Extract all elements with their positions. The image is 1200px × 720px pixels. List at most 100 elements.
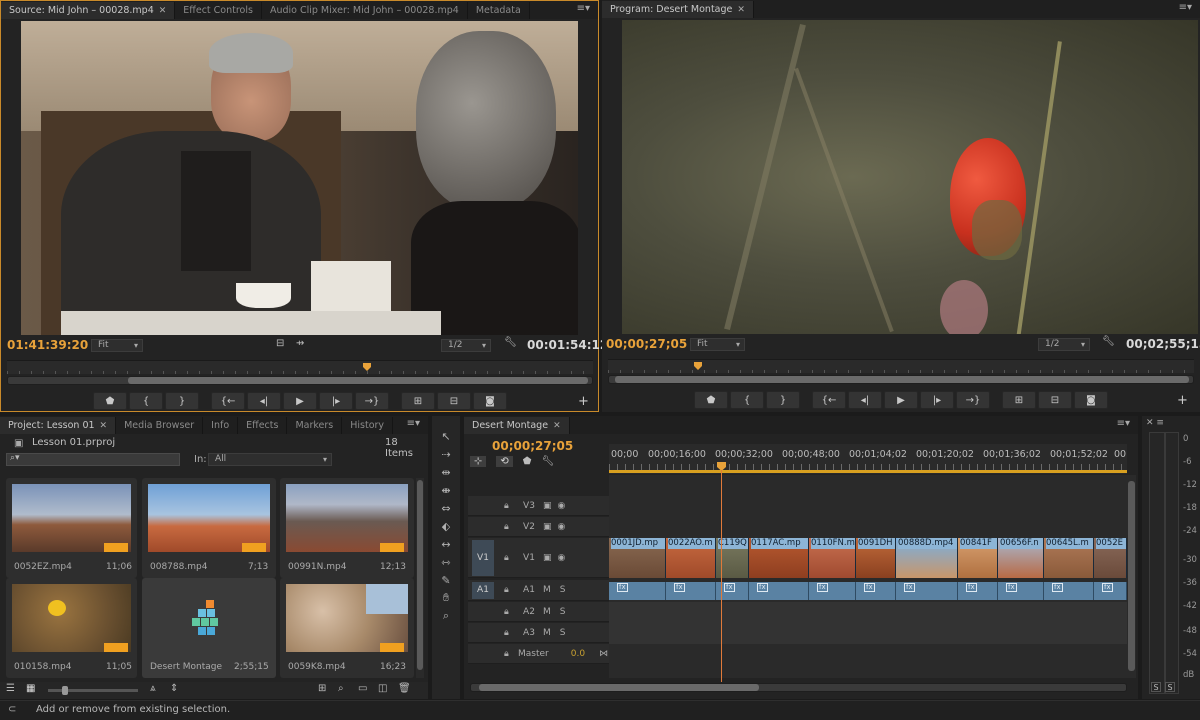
lock-icon[interactable]: 🔒︎ (504, 628, 509, 638)
timeline-clip[interactable]: 00645L.m (1044, 538, 1094, 578)
timeline-clip[interactable]: 0110FN.m (809, 538, 856, 578)
project-vertical-scrollbar[interactable] (416, 478, 424, 678)
tab-program[interactable]: Program: Desert Montage ✕ (602, 1, 754, 18)
snap-icon[interactable]: ⊹ (470, 456, 487, 467)
tab-effects[interactable]: Effects (238, 417, 288, 434)
timeline-vertical-scrollbar[interactable] (1127, 475, 1136, 678)
extract-icon[interactable]: ⊟ (1038, 391, 1072, 409)
mute-button[interactable]: M (543, 628, 551, 638)
close-icon[interactable]: ✕ (100, 421, 108, 431)
marker-icon[interactable]: ⬟ (694, 391, 728, 409)
lock-icon[interactable]: 🔒︎ (504, 607, 509, 617)
step-back-icon[interactable]: ◂| (247, 392, 281, 410)
tab-audio-clip-mixer[interactable]: Audio Clip Mixer: Mid John – 00028.mp4 (262, 2, 468, 19)
rate-stretch-tool-icon[interactable]: ⇔ (438, 500, 454, 516)
thumbnail-desert-montage[interactable]: Desert Montage 2;55;15 (142, 578, 276, 678)
add-button-icon[interactable]: + (578, 394, 589, 409)
timeline-clip[interactable]: 0091DH (856, 538, 896, 578)
track-label[interactable]: A2 (518, 604, 540, 620)
track-label[interactable]: V3 (518, 498, 540, 514)
track-label[interactable]: A3 (518, 625, 540, 641)
audio-clip[interactable] (896, 582, 958, 600)
icon-view-icon[interactable]: ▦ (26, 683, 35, 694)
drop-frame-icon[interactable]: ⊟ (276, 338, 284, 349)
lock-icon[interactable]: 🔒︎ (504, 522, 509, 532)
program-resolution-dropdown[interactable]: 1/2 (1038, 338, 1090, 351)
thumbnail-0052ez[interactable]: 0052EZ.mp4 11;06 (6, 478, 137, 578)
tab-sequence[interactable]: Desert Montage ✕ (464, 417, 570, 434)
timeline-clip[interactable]: 00656F.n (998, 538, 1044, 578)
wrench-icon[interactable]: 🔧︎ (1102, 336, 1115, 347)
mark-out-icon[interactable]: } (165, 392, 199, 410)
panel-menu-icon[interactable]: ≡▾ (407, 418, 420, 429)
track-label[interactable]: V2 (518, 519, 540, 535)
selection-tool-icon[interactable]: ↖ (438, 428, 454, 444)
project-search-input[interactable]: ⌕▾ (6, 453, 180, 466)
mute-button[interactable]: M (543, 585, 551, 595)
eye-icon[interactable]: ◉ (558, 501, 566, 511)
thumbnail-00991n[interactable]: 00991N.mp4 12;13 (280, 478, 414, 578)
add-marker-icon[interactable]: ⬟ (523, 456, 532, 467)
export-frame-icon[interactable]: ◙ (473, 392, 507, 410)
export-frame-icon[interactable]: ◙ (1074, 391, 1108, 409)
go-to-in-icon[interactable]: {← (812, 391, 846, 409)
sync-lock-icon[interactable]: ▣ (543, 553, 552, 563)
timeline-timecode[interactable]: 00;00;27;05 (492, 439, 573, 453)
track-label[interactable]: A1 (518, 582, 540, 598)
eye-icon[interactable]: ◉ (558, 522, 566, 532)
mark-in-icon[interactable]: { (730, 391, 764, 409)
program-timecode[interactable]: 00;00;27;05 (606, 337, 687, 351)
timeline-clip[interactable]: 0022AO.m (666, 538, 716, 578)
marker-icon[interactable]: ⬟ (93, 392, 127, 410)
meter-close-icon[interactable]: ✕ ≡ (1146, 418, 1164, 428)
panel-menu-icon[interactable]: ≡▾ (1117, 418, 1130, 429)
slide-tool-icon[interactable]: ⇿ (438, 554, 454, 570)
tab-markers[interactable]: Markers (287, 417, 343, 434)
audio-clip[interactable] (609, 582, 666, 600)
step-forward-icon[interactable]: |▸ (920, 391, 954, 409)
tab-source[interactable]: Source: Mid John – 00028.mp4 ✕ (1, 2, 176, 19)
source-resolution-dropdown[interactable]: 1/2 (441, 339, 491, 352)
sync-lock-icon[interactable]: ▣ (543, 501, 552, 511)
track-select-tool-icon[interactable]: ⇢ (438, 446, 454, 462)
go-to-in-icon[interactable]: {← (211, 392, 245, 410)
trash-icon[interactable]: 🗑︎ (398, 683, 411, 694)
tab-info[interactable]: Info (203, 417, 239, 434)
go-to-out-icon[interactable]: →} (956, 391, 990, 409)
tab-effect-controls[interactable]: Effect Controls (175, 2, 262, 19)
new-bin-icon[interactable]: ▭ (358, 683, 367, 694)
mark-out-icon[interactable]: } (766, 391, 800, 409)
play-icon[interactable]: ▶ (283, 392, 317, 410)
source-zoom-dropdown[interactable]: Fit (91, 339, 143, 352)
close-icon[interactable]: ✕ (553, 421, 561, 431)
lock-icon[interactable]: 🔒︎ (504, 501, 509, 511)
timeline-clip[interactable]: 0001JD.mp (609, 538, 666, 578)
audio-clip[interactable] (666, 582, 716, 600)
source-zoom-scrollbar[interactable] (7, 376, 593, 385)
razor-tool-icon[interactable]: ⬖ (438, 518, 454, 534)
program-zoom-dropdown[interactable]: Fit (690, 338, 745, 351)
thumbnail-008788[interactable]: 008788.mp4 7;13 (142, 478, 276, 578)
timeline-clip[interactable]: 00841F (958, 538, 998, 578)
audio-clip[interactable] (856, 582, 896, 600)
sort-order-icon[interactable]: ⇕ (170, 683, 178, 694)
lock-icon[interactable]: 🔒︎ (504, 553, 509, 563)
eye-icon[interactable]: ◉ (558, 553, 566, 563)
source-patch-v1[interactable]: V1 (472, 540, 494, 576)
step-back-icon[interactable]: ◂| (848, 391, 882, 409)
source-time-ruler[interactable] (7, 360, 593, 374)
track-label[interactable]: V1 (518, 550, 540, 566)
wrench-icon[interactable]: 🔧︎ (504, 337, 517, 348)
play-icon[interactable]: ▶ (884, 391, 918, 409)
thumbnail-size-slider[interactable] (48, 686, 138, 695)
panel-menu-icon[interactable]: ≡▾ (1179, 2, 1192, 13)
settings-arrows-icon[interactable]: ⇸ (296, 338, 304, 349)
zoom-tool-icon[interactable]: ⌕ (438, 608, 454, 624)
pen-tool-icon[interactable]: ✎ (438, 572, 454, 588)
audio-clip[interactable] (749, 582, 809, 600)
solo-left-button[interactable]: S (1151, 682, 1161, 692)
step-forward-icon[interactable]: |▸ (319, 392, 353, 410)
close-icon[interactable]: ✕ (159, 6, 167, 16)
rolling-edit-tool-icon[interactable]: ⇼ (438, 482, 454, 498)
audio-clip[interactable] (809, 582, 856, 600)
